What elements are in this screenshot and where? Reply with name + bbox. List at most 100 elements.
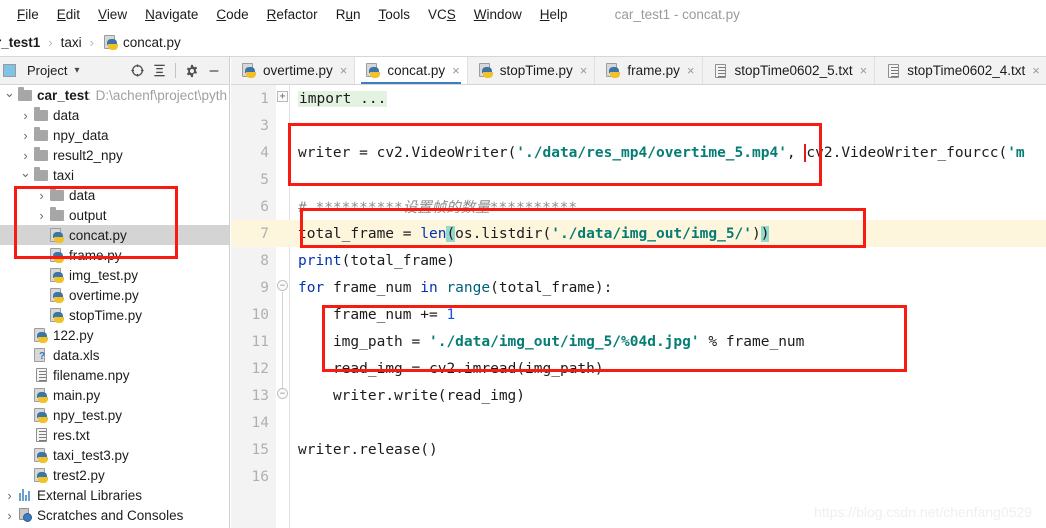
breadcrumb: r_test1 › taxi › concat.py (0, 28, 1046, 57)
close-icon[interactable]: × (580, 64, 588, 77)
chevron-down-icon[interactable]: ▾ (74, 65, 79, 76)
menu-item-help[interactable]: Help (531, 5, 577, 24)
code-line-1[interactable]: 1 import ... + (231, 85, 1046, 112)
settings-gear-icon[interactable] (182, 61, 202, 81)
python-file-icon (477, 62, 495, 80)
menu-item-vcs[interactable]: VCS (419, 5, 465, 24)
editor-tab-bar[interactable]: overtime.py × concat.py × stopTime.py × frame.… (231, 57, 1046, 85)
menu-item-edit[interactable]: Edit (48, 5, 89, 24)
select-opened-file-icon[interactable] (127, 61, 147, 81)
hide-panel-icon[interactable] (204, 61, 224, 81)
tree-item-data[interactable]: › data (0, 105, 229, 125)
tree-item-output[interactable]: › output (0, 205, 229, 225)
code-line-14[interactable]: 14 (231, 409, 1046, 436)
tree-item-main-py[interactable]: main.py (0, 385, 229, 405)
menu-item-file[interactable]: File (8, 5, 48, 24)
tree-item-concat-py[interactable]: concat.py (0, 225, 229, 245)
menu-item-tools[interactable]: Tools (369, 5, 419, 24)
tree-item-taxi[interactable]: ⌄ taxi (0, 165, 229, 185)
chevron-right-icon[interactable]: › (35, 205, 48, 225)
tree-item-data-xls[interactable]: ? data.xls (0, 345, 229, 365)
breadcrumb-item-taxi[interactable]: taxi (61, 35, 82, 50)
menu-item-window[interactable]: Window (465, 5, 531, 24)
tree-item-data[interactable]: › data (0, 185, 229, 205)
tree-item-taxi-test3-py[interactable]: taxi_test3.py (0, 445, 229, 465)
tree-item-npy-data[interactable]: › npy_data (0, 125, 229, 145)
editor-tab-label: stopTime0602_5.txt (734, 63, 853, 78)
chevron-right-icon[interactable]: › (3, 505, 16, 525)
gear-glyph (186, 64, 198, 77)
tree-item-trest2-py[interactable]: trest2.py (0, 465, 229, 485)
library-icon (16, 486, 34, 504)
code-line-4[interactable]: 4 writer = cv2. VideoWriter('./data/res_mp… (231, 139, 1046, 166)
code-line-text: import ... (298, 90, 388, 107)
breadcrumb-item-concat-py[interactable]: concat.py (102, 33, 181, 51)
code-line-13[interactable]: 13 writer. write(read_img) − (231, 382, 1046, 409)
tree-item-car-test1[interactable]: ⌄ car_test1 D:\achenf\project\pyth (0, 85, 229, 105)
close-icon[interactable]: × (452, 64, 460, 77)
tree-item-result2-npy[interactable]: › result2_npy (0, 145, 229, 165)
editor-tab-frame-py[interactable]: frame.py × (595, 57, 703, 84)
code-line-11[interactable]: 11 img_path = './data/img_out/img_5/%04d… (231, 328, 1046, 355)
tree-item-npy-test-py[interactable]: npy_test.py (0, 405, 229, 425)
breadcrumb-item-r-test1[interactable]: r_test1 (0, 35, 40, 50)
code-line-15[interactable]: 15 writer. release() (231, 436, 1046, 463)
breadcrumb-item-label: concat.py (122, 34, 181, 50)
editor-tab-overtime-py[interactable]: overtime.py × (231, 57, 356, 84)
code-line-9[interactable]: 9 for frame_num in range(total_frame): − (231, 274, 1046, 301)
tree-item-res-txt[interactable]: res.txt (0, 425, 229, 445)
chevron-right-icon[interactable]: › (35, 185, 48, 205)
chevron-right-icon[interactable]: › (19, 125, 32, 145)
menu-item-refactor[interactable]: Refactor (258, 5, 327, 24)
tree-item-label: trest2.py (53, 467, 105, 483)
code-line-3[interactable]: 3 (231, 112, 1046, 139)
editor-tab-stoptime0602-4-txt[interactable]: stopTime0602_4.txt × (875, 57, 1046, 84)
tree-item-img-test-py[interactable]: img_test.py (0, 265, 229, 285)
code-line-16[interactable]: 16 (231, 463, 1046, 490)
code-editor[interactable]: 1 import ... +3 4 writer = cv2. VideoWriter('… (231, 85, 1046, 528)
code-line-5[interactable]: 5 (231, 166, 1046, 193)
editor-tab-stoptime0602-5-txt[interactable]: stopTime0602_5.txt × (703, 57, 876, 84)
close-icon[interactable]: × (340, 64, 348, 77)
editor-tab-concat-py[interactable]: concat.py × (355, 57, 468, 84)
fold-expand-icon[interactable]: + (277, 91, 289, 103)
line-number: 11 (251, 333, 269, 350)
code-line-7[interactable]: 7 total_frame = len(os. listdir('./data/im… (231, 220, 1046, 247)
editor-tab-stoptime-py[interactable]: stopTime.py × (468, 57, 596, 84)
tree-item-overtime-py[interactable]: overtime.py (0, 285, 229, 305)
code-line-12[interactable]: 12 read_img = cv2. imread(img_path) (231, 355, 1046, 382)
chevron-down-icon[interactable]: ⌄ (19, 163, 32, 183)
tree-item-stoptime-py[interactable]: stopTime.py (0, 305, 229, 325)
toolbar-divider (175, 63, 176, 78)
project-tree[interactable]: ⌄ car_test1 D:\achenf\project\pyth › data › np… (0, 85, 230, 528)
text-file-icon (32, 366, 50, 384)
folder-icon (48, 206, 66, 224)
menu-item-code[interactable]: Code (207, 5, 257, 24)
code-line-6[interactable]: 6 # **********设置帧的数量********** (231, 193, 1046, 220)
menu-item-run[interactable]: Run (327, 5, 370, 24)
close-icon[interactable]: × (860, 64, 868, 77)
tree-item-scratches-and-consoles[interactable]: › Scratches and Consoles (0, 505, 229, 525)
chevron-right-icon[interactable]: › (19, 105, 32, 125)
tree-item-122-py[interactable]: 122.py (0, 325, 229, 345)
chevron-down-icon[interactable]: ⌄ (3, 85, 16, 103)
code-line-text: read_img = cv2. imread(img_path) (332, 360, 604, 377)
menu-item-navigate[interactable]: Navigate (136, 5, 207, 24)
tree-item-external-libraries[interactable]: › External Libraries (0, 485, 229, 505)
close-icon[interactable]: × (1032, 64, 1040, 77)
close-icon[interactable]: × (687, 64, 695, 77)
code-line-10[interactable]: 10 frame_num + = 1 (231, 301, 1046, 328)
line-number: 14 (251, 414, 269, 431)
collapse-all-icon[interactable] (149, 61, 169, 81)
code-line-text: writer. write(read_img) (332, 387, 526, 404)
chevron-right-icon[interactable]: › (3, 485, 16, 505)
fold-guide-line (282, 292, 283, 388)
tree-item-label: Scratches and Consoles (37, 507, 184, 523)
tree-item-filename-npy[interactable]: filename.npy (0, 365, 229, 385)
tree-item-frame-py[interactable]: frame.py (0, 245, 229, 265)
fold-end-icon-for-loop[interactable]: − (277, 388, 289, 400)
menu-item-view[interactable]: View (89, 5, 136, 24)
code-line-8[interactable]: 8 print(total_frame) (231, 247, 1046, 274)
fold-collapse-icon-for-loop[interactable]: − (277, 280, 289, 292)
